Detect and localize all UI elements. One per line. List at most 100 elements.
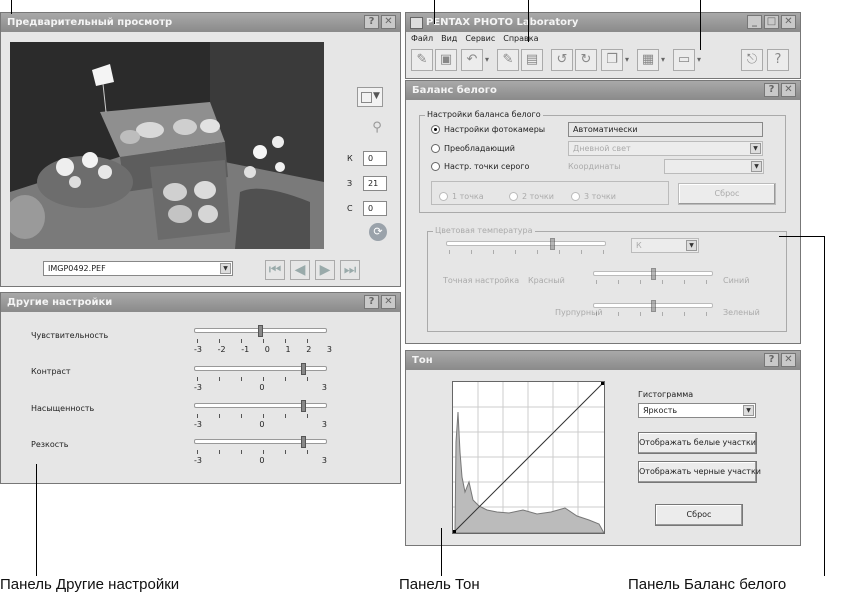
callout-line	[434, 0, 435, 24]
scale-label: 3	[321, 383, 327, 392]
main-window: PENTAX PHOTO Laboratory _ □ ✕ Файл Вид С…	[405, 12, 801, 79]
previous-image-button[interactable]: ◀	[290, 260, 310, 280]
undo-dropdown-icon[interactable]: ↶	[461, 49, 483, 71]
histogram-icon[interactable]: ▦	[637, 49, 659, 71]
first-image-button[interactable]: ⏮	[265, 260, 285, 280]
one-point-radio[interactable]	[439, 192, 448, 201]
other-settings-window: Другие настройки ? ✕ Чувствительность -3…	[0, 292, 401, 484]
help-button[interactable]: ?	[764, 353, 779, 367]
white-balance-window: Баланс белого ? ✕ Настройки баланса бело…	[405, 80, 801, 344]
chevron-down-icon: ▼	[686, 240, 697, 251]
close-button[interactable]: ✕	[781, 15, 796, 29]
magnifier-icon[interactable]: ⚲	[368, 120, 386, 138]
preview-image	[10, 42, 324, 249]
preview-window: Предварительный просмотр ? ✕ ▼ ⚲ К 0 З 2…	[0, 12, 401, 287]
rotate-right-icon[interactable]: ↻	[575, 49, 597, 71]
slider-thumb[interactable]	[550, 238, 555, 250]
c-label: С	[347, 204, 353, 213]
show-black-areas-button[interactable]: Отображать черные участки	[638, 461, 761, 483]
color-temp-title: Цветовая температура	[433, 226, 535, 235]
menu-help[interactable]: Справка	[503, 34, 538, 43]
dominant-select[interactable]: Дневной свет ▼	[568, 141, 763, 156]
z-label: З	[347, 179, 353, 188]
other-titlebar: Другие настройки ? ✕	[1, 293, 400, 312]
file-select[interactable]: IMGP0492.PEF ▼	[43, 261, 233, 276]
menu-tools[interactable]: Сервис	[465, 34, 495, 43]
wb-reset-button[interactable]: Сброс	[678, 183, 776, 205]
three-points-radio[interactable]	[571, 192, 580, 201]
scale-label: -2	[217, 345, 226, 354]
color-temp-value: К	[636, 241, 642, 250]
three-points-label: 3 точки	[584, 192, 616, 201]
caption-tone-panel: Панель Тон	[399, 576, 480, 593]
color-temp-select[interactable]: К ▼	[631, 238, 699, 253]
rotate-icon[interactable]: ⟳	[369, 223, 387, 241]
sensitivity-slider[interactable]: -3 -2 -1 0 1 2 3	[194, 325, 332, 359]
chevron-down-icon: ▾	[625, 55, 630, 64]
magenta-green-slider[interactable]	[593, 300, 713, 317]
coords-select[interactable]: ▼	[664, 159, 764, 174]
slider-thumb[interactable]	[651, 300, 656, 312]
scale-label: 2	[306, 345, 312, 354]
wb-group-title: Настройки баланса белого	[425, 110, 543, 119]
slider-thumb[interactable]	[301, 400, 306, 412]
close-button[interactable]: ✕	[381, 295, 396, 309]
slider-thumb[interactable]	[301, 436, 306, 448]
last-image-button[interactable]: ⏭	[340, 260, 360, 280]
other-title: Другие настройки	[7, 297, 113, 308]
window-icon[interactable]: ▭	[673, 49, 695, 71]
menu-view[interactable]: Вид	[441, 34, 457, 43]
dominant-value: Дневной свет	[573, 144, 631, 153]
exit-icon[interactable]: ⎋	[741, 49, 763, 71]
help-button[interactable]: ?	[764, 83, 779, 97]
edit-icon[interactable]: ✎	[497, 49, 519, 71]
close-button[interactable]: ✕	[781, 353, 796, 367]
slider-thumb[interactable]	[258, 325, 263, 337]
copy-icon[interactable]: ❐	[601, 49, 623, 71]
k-label: К	[347, 154, 353, 163]
slider-thumb[interactable]	[301, 363, 306, 375]
close-button[interactable]: ✕	[781, 83, 796, 97]
histogram-label: Гистограмма	[638, 390, 694, 399]
tone-reset-button[interactable]: Сброс	[655, 504, 743, 526]
main-titlebar: PENTAX PHOTO Laboratory _ □ ✕	[406, 13, 800, 32]
preview-title: Предварительный просмотр	[7, 17, 173, 28]
menu-file[interactable]: Файл	[411, 34, 433, 43]
callout-line	[779, 236, 824, 237]
red-blue-slider[interactable]	[593, 268, 713, 285]
help-button[interactable]: ?	[364, 295, 379, 309]
two-points-radio[interactable]	[509, 192, 518, 201]
z-value: 21	[363, 176, 387, 191]
gray-point-radio[interactable]	[431, 162, 440, 171]
callout-line	[11, 0, 12, 14]
sharpness-slider[interactable]: -3 0 3	[194, 436, 327, 466]
close-button[interactable]: ✕	[381, 15, 396, 29]
chevron-down-icon: ▼	[751, 161, 762, 172]
next-image-button[interactable]: ▶	[315, 260, 335, 280]
scale-label: 0	[264, 345, 270, 354]
histogram-select[interactable]: Яркость ▼	[638, 403, 756, 418]
batch-icon[interactable]: ▤	[521, 49, 543, 71]
dominant-radio[interactable]	[431, 144, 440, 153]
rotate-left-icon[interactable]: ↺	[551, 49, 573, 71]
scale-label: 0	[259, 456, 265, 465]
gray-point-label: Настр. точки серого	[444, 162, 530, 171]
camera-settings-radio[interactable]	[431, 125, 440, 134]
color-temp-slider[interactable]	[446, 238, 606, 255]
tone-curve-graph[interactable]	[452, 381, 605, 534]
maximize-button[interactable]: □	[764, 15, 779, 29]
minimize-button[interactable]: _	[747, 15, 762, 29]
slider-thumb[interactable]	[651, 268, 656, 280]
view-mode-dropdown[interactable]: ▼	[357, 87, 383, 107]
contrast-slider[interactable]: -3 0 3	[194, 363, 327, 393]
open-icon[interactable]: ✎	[411, 49, 433, 71]
save-icon[interactable]: ▣	[435, 49, 457, 71]
chevron-down-icon: ▼	[373, 91, 380, 101]
k-value: 0	[363, 151, 387, 166]
saturation-slider[interactable]: -3 0 3	[194, 400, 327, 430]
scale-label: 3	[326, 345, 332, 354]
help-icon[interactable]: ?	[767, 49, 789, 71]
callout-line	[441, 528, 442, 576]
show-white-areas-button[interactable]: Отображать белые участки	[638, 432, 757, 454]
help-button[interactable]: ?	[364, 15, 379, 29]
